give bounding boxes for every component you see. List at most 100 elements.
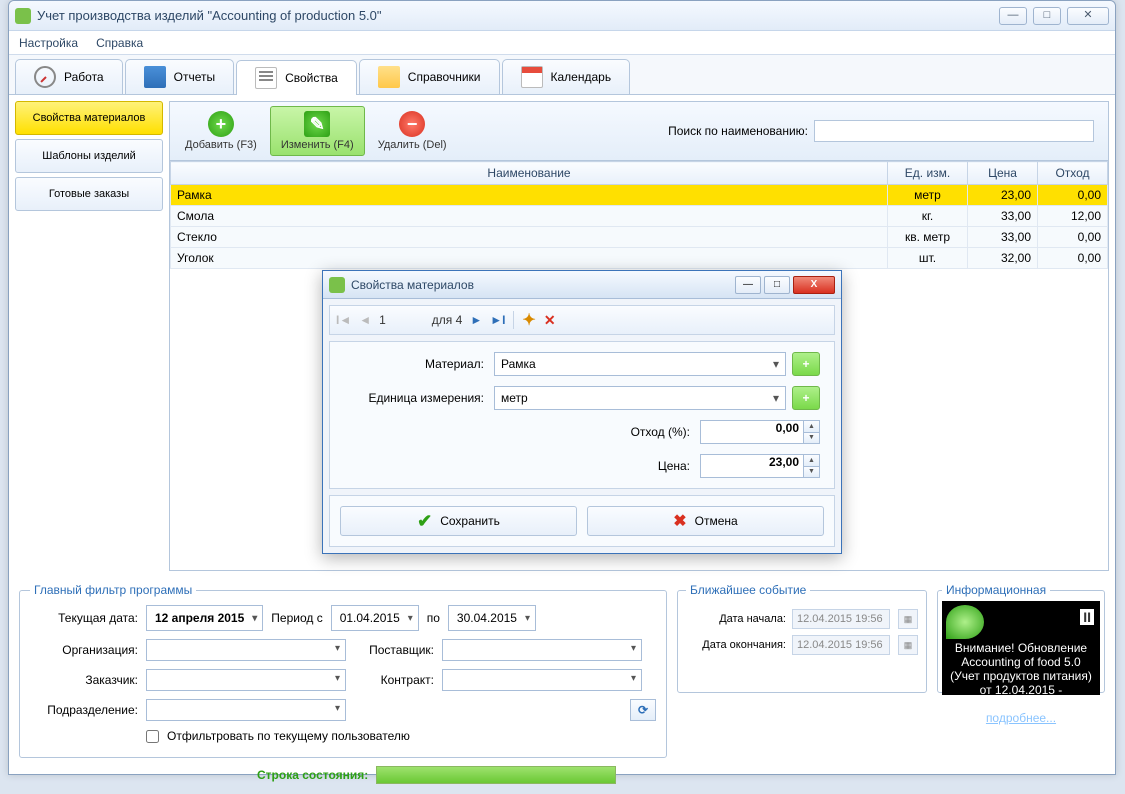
event-legend: Ближайшее событие <box>686 583 810 597</box>
modal-minimize-button[interactable]: — <box>735 276 761 294</box>
table-row[interactable]: Уголокшт.32,000,00 <box>171 248 1108 269</box>
unit-combo[interactable]: метр <box>494 386 786 410</box>
org-label: Организация: <box>30 643 138 657</box>
dept-label: Подразделение: <box>30 703 138 717</box>
minus-icon: − <box>399 111 425 137</box>
price-down[interactable]: ▼ <box>803 467 819 478</box>
sidebar-templates[interactable]: Шаблоны изделий <box>15 139 163 173</box>
main-filter: Главный фильтр программы Текущая дата: 1… <box>19 583 667 758</box>
period-from-picker[interactable]: 01.04.2015 <box>331 605 419 631</box>
filter-legend: Главный фильтр программы <box>30 583 196 597</box>
material-label: Материал: <box>344 357 494 371</box>
add-button[interactable]: +Добавить (F3) <box>174 106 268 156</box>
modal-maximize-button[interactable]: □ <box>764 276 790 294</box>
contract-combo[interactable] <box>442 669 642 691</box>
filter-section: Главный фильтр программы Текущая дата: 1… <box>9 577 1115 794</box>
sidebar-materials[interactable]: Свойства материалов <box>15 101 163 135</box>
col-unit[interactable]: Ед. изм. <box>888 162 968 185</box>
customer-label: Заказчик: <box>30 673 138 687</box>
add-material-button[interactable]: + <box>792 352 820 376</box>
modal-icon <box>329 277 345 293</box>
period-label: Период с <box>271 611 322 625</box>
add-unit-button[interactable]: + <box>792 386 820 410</box>
event-start-value: 12.04.2015 19:56 <box>792 609 890 629</box>
edit-icon: ✎ <box>304 111 330 137</box>
menubar: Настройка Справка <box>9 31 1115 55</box>
leaf-icon <box>946 605 984 639</box>
supplier-combo[interactable] <box>442 639 642 661</box>
cancel-button[interactable]: ✖Отмена <box>587 506 824 536</box>
waste-up[interactable]: ▲ <box>803 421 819 433</box>
waste-down[interactable]: ▼ <box>803 433 819 444</box>
tab-reports[interactable]: Отчеты <box>125 59 234 94</box>
current-date-picker[interactable]: 12 апреля 2015 <box>146 605 263 631</box>
contract-label: Контракт: <box>354 673 434 687</box>
modal-titlebar[interactable]: Свойства материалов — □ X <box>323 271 841 299</box>
price-label: Цена: <box>658 459 700 473</box>
filter-by-user-checkbox[interactable] <box>146 730 159 743</box>
modal-title: Свойства материалов <box>351 278 732 292</box>
tab-references[interactable]: Справочники <box>359 59 500 94</box>
nav-prev-button[interactable]: ◄ <box>359 313 371 327</box>
unit-label: Единица измерения: <box>344 391 494 405</box>
info-more-link[interactable]: подробнее... <box>986 711 1056 725</box>
col-price[interactable]: Цена <box>968 162 1038 185</box>
price-up[interactable]: ▲ <box>803 455 819 467</box>
toolbar: +Добавить (F3) ✎Изменить (F4) −Удалить (… <box>170 102 1108 161</box>
clock-icon <box>34 66 56 88</box>
refresh-button[interactable]: ⟳ <box>630 699 656 721</box>
nav-delete-button[interactable]: ✕ <box>544 312 556 329</box>
edit-button[interactable]: ✎Изменить (F4) <box>270 106 365 156</box>
check-icon: ✔ <box>417 511 432 532</box>
current-date-label: Текущая дата: <box>30 611 138 625</box>
search-input[interactable] <box>814 120 1094 142</box>
event-end-value: 12.04.2015 19:56 <box>792 635 890 655</box>
nav-next-button[interactable]: ► <box>470 313 482 327</box>
close-window-button[interactable]: ✕ <box>1067 7 1109 25</box>
nav-first-button[interactable]: I◄ <box>336 313 351 327</box>
sidebar: Свойства материалов Шаблоны изделий Гото… <box>15 101 163 571</box>
maximize-button[interactable]: □ <box>1033 7 1061 25</box>
menu-help[interactable]: Справка <box>96 36 143 50</box>
tab-work[interactable]: Работа <box>15 59 123 94</box>
status-row: Строка состояния: <box>19 762 1105 788</box>
price-input[interactable]: 23,00▲▼ <box>700 454 820 478</box>
pause-icon[interactable]: II <box>1080 609 1094 625</box>
nearest-event: Ближайшее событие Дата начала: 12.04.201… <box>677 583 927 693</box>
material-properties-dialog: Свойства материалов — □ X I◄ ◄ 1 для 4 ►… <box>322 270 842 554</box>
table-row[interactable]: Стеклокв. метр33,000,00 <box>171 227 1108 248</box>
period-to-picker[interactable]: 30.04.2015 <box>448 605 536 631</box>
modal-close-button[interactable]: X <box>793 276 835 294</box>
search-area: Поиск по наименованию: <box>668 120 1104 142</box>
titlebar[interactable]: Учет производства изделий "Accounting of… <box>9 1 1115 31</box>
org-combo[interactable] <box>146 639 346 661</box>
waste-input[interactable]: 0,00▲▼ <box>700 420 820 444</box>
supplier-label: Поставщик: <box>354 643 434 657</box>
col-waste[interactable]: Отход <box>1038 162 1108 185</box>
customer-combo[interactable] <box>146 669 346 691</box>
main-tabs: Работа Отчеты Свойства Справочники Кален… <box>9 55 1115 95</box>
folder-icon <box>378 66 400 88</box>
nav-total: для 4 <box>432 313 463 327</box>
dept-combo[interactable] <box>146 699 346 721</box>
material-combo[interactable]: Рамка <box>494 352 786 376</box>
nav-add-button[interactable]: ✦ <box>522 310 535 330</box>
event-start-cal-icon[interactable]: ▦ <box>898 609 918 629</box>
app-icon <box>15 8 31 24</box>
info-content: II Внимание! Обновление Accounting of fo… <box>942 601 1100 695</box>
delete-button[interactable]: −Удалить (Del) <box>367 106 458 156</box>
filter-by-user-label: Отфильтровать по текущему пользователю <box>167 729 410 743</box>
cancel-icon: ✖ <box>673 511 686 531</box>
col-name[interactable]: Наименование <box>171 162 888 185</box>
tab-properties[interactable]: Свойства <box>236 60 357 95</box>
modal-footer: ✔Сохранить ✖Отмена <box>329 495 835 547</box>
table-row[interactable]: Смолакг.33,0012,00 <box>171 206 1108 227</box>
minimize-button[interactable]: — <box>999 7 1027 25</box>
nav-last-button[interactable]: ►I <box>490 313 505 327</box>
save-button[interactable]: ✔Сохранить <box>340 506 577 536</box>
menu-settings[interactable]: Настройка <box>19 36 78 50</box>
table-row[interactable]: Рамкаметр23,000,00 <box>171 185 1108 206</box>
sidebar-orders[interactable]: Готовые заказы <box>15 177 163 211</box>
tab-calendar[interactable]: Календарь <box>502 59 631 94</box>
event-end-cal-icon[interactable]: ▦ <box>898 635 918 655</box>
